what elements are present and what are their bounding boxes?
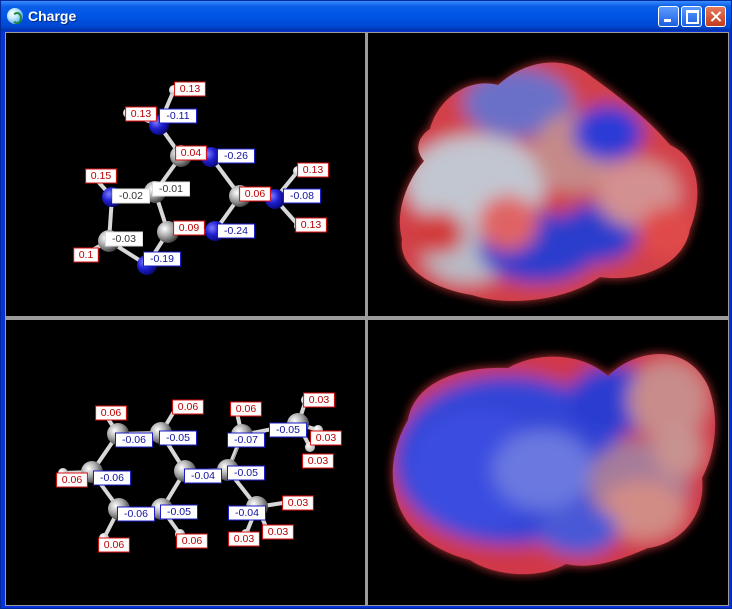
bottom-charge-value: -0.05: [234, 467, 258, 479]
top-charge-label: 0.13: [174, 81, 206, 97]
minimize-button[interactable]: [658, 6, 679, 27]
bottom-charge-value: 0.03: [288, 497, 309, 509]
bottom-charge-label: -0.07: [227, 432, 265, 448]
top-charge-label: 0.04: [175, 145, 207, 161]
top-charge-value: 0.04: [181, 147, 202, 159]
top-charge-value: -0.11: [166, 110, 189, 122]
top-charge-value: 0.13: [131, 108, 152, 120]
bottom-charge-label: -0.06: [117, 506, 155, 522]
bottom-charge-label: 0.06: [172, 399, 204, 415]
top-charge-value: -0.03: [112, 233, 136, 245]
top-charge-label: 0.09: [173, 220, 205, 236]
bottom-charge-value: -0.04: [235, 507, 259, 519]
top-charge-label: -0.11: [159, 108, 197, 124]
charge-window: Charge 0.13 0.13 -0.11 0.04 -0.26 0.13 0…: [0, 0, 732, 609]
bottom-charge-value: 0.03: [234, 533, 255, 545]
bottom-charge-label: -0.06: [115, 432, 153, 448]
top-charge-label: 0.1: [73, 247, 99, 263]
top-charge-value: 0.13: [180, 83, 201, 95]
bottom-charge-value: 0.06: [62, 474, 83, 486]
top-charge-label: -0.26: [217, 148, 255, 164]
bottom-charge-label: 0.06: [230, 401, 262, 417]
top-charge-value: 0.13: [303, 164, 324, 176]
top-charge-label: -0.24: [217, 223, 255, 239]
maximize-button[interactable]: [681, 6, 702, 27]
top-right-surface-viewport[interactable]: [368, 33, 728, 316]
bottom-charge-value: -0.06: [100, 472, 124, 484]
bottom-charge-label: 0.03: [262, 524, 294, 540]
top-charge-value: 0.1: [79, 249, 94, 261]
window-title: Charge: [28, 8, 77, 24]
top-charge-label: 0.06: [239, 186, 271, 202]
bottom-charge-value: -0.05: [276, 424, 300, 436]
top-charge-value: 0.06: [245, 188, 266, 200]
bottom-charge-label: 0.06: [176, 533, 208, 549]
bottom-charge-label: 0.06: [98, 537, 130, 553]
top-charge-label: -0.08: [283, 188, 321, 204]
top-charge-label: -0.03: [105, 231, 143, 247]
top-charge-label: -0.02: [112, 188, 150, 204]
bottom-charge-value: -0.06: [122, 434, 146, 446]
top-charge-label: 0.15: [85, 168, 117, 184]
top-charge-value: -0.01: [159, 183, 183, 195]
bottom-charge-value: 0.06: [178, 401, 199, 413]
bottom-charge-value: 0.03: [268, 526, 289, 538]
top-charge-value: 0.15: [91, 170, 112, 182]
bottom-charge-value: 0.03: [316, 432, 337, 444]
top-charge-value: -0.08: [290, 190, 314, 202]
top-surface-canvas: [399, 62, 698, 301]
bottom-charge-label: -0.05: [160, 504, 198, 520]
bottom-charge-label: -0.04: [228, 505, 266, 521]
bottom-charge-value: -0.05: [166, 432, 190, 444]
bottom-left-ball-stick-viewport[interactable]: 0.06 0.06 0.06 0.03 -0.06 -0.05 -0.05 0.03 -0.07…: [6, 320, 365, 605]
molecule-app-icon: [7, 8, 23, 24]
bottom-charge-value: 0.06: [101, 407, 122, 419]
bottom-charge-value: 0.03: [308, 455, 329, 467]
bottom-charge-label: 0.06: [56, 472, 88, 488]
top-charge-value: -0.24: [224, 225, 248, 237]
bottom-charge-value: 0.06: [104, 539, 125, 551]
top-left-ball-stick-viewport[interactable]: 0.13 0.13 -0.11 0.04 -0.26 0.13 0.15 -0.02 -0.01…: [6, 33, 365, 316]
bottom-charge-label: -0.04: [184, 468, 222, 484]
bottom-charge-label: -0.05: [227, 465, 265, 481]
bottom-charge-label: 0.03: [282, 495, 314, 511]
top-charge-label: 0.13: [125, 106, 157, 122]
bottom-charge-value: -0.07: [234, 434, 258, 446]
top-charge-value: -0.02: [119, 190, 143, 202]
bottom-charge-label: -0.06: [93, 470, 131, 486]
top-molecule-canvas: 0.13 0.13 -0.11 0.04 -0.26 0.13 0.15 -0.02 -0.01…: [73, 81, 329, 275]
top-charge-label: -0.01: [152, 181, 190, 197]
title-bar[interactable]: Charge: [1, 1, 731, 31]
bottom-charge-label: 0.03: [228, 531, 260, 547]
bottom-charge-value: 0.03: [309, 394, 330, 406]
top-charge-label: 0.13: [295, 217, 327, 233]
bottom-surface-canvas: [392, 354, 716, 575]
top-charge-labels: 0.13 0.13 -0.11 0.04 -0.26 0.13 0.15 -0.02 -0.01…: [73, 81, 329, 267]
bottom-charge-value: 0.06: [182, 535, 203, 547]
bottom-charge-value: -0.05: [167, 506, 191, 518]
bottom-charge-label: 0.06: [95, 405, 127, 421]
top-charge-value: 0.09: [179, 222, 200, 234]
bottom-charge-value: -0.06: [124, 508, 148, 520]
close-button[interactable]: [705, 6, 726, 27]
viewport-grid: 0.13 0.13 -0.11 0.04 -0.26 0.13 0.15 -0.02 -0.01…: [5, 32, 729, 606]
top-charge-label: 0.13: [297, 162, 329, 178]
top-charge-label: -0.19: [143, 251, 181, 267]
top-charge-value: -0.19: [150, 253, 174, 265]
bottom-charge-label: 0.03: [310, 430, 342, 446]
top-charge-value: 0.13: [301, 219, 322, 231]
bottom-right-surface-viewport[interactable]: [368, 320, 728, 605]
bottom-charge-value: 0.06: [236, 403, 257, 415]
bottom-charge-label: -0.05: [269, 422, 307, 438]
bottom-molecule-canvas: 0.06 0.06 0.06 0.03 -0.06 -0.05 -0.05 0.03 -0.07…: [56, 392, 342, 553]
bottom-charge-label: 0.03: [303, 392, 335, 408]
bottom-charge-label: 0.03: [302, 453, 334, 469]
top-charge-value: -0.26: [224, 150, 248, 162]
bottom-charge-label: -0.05: [159, 430, 197, 446]
bottom-charge-value: -0.04: [191, 470, 215, 482]
